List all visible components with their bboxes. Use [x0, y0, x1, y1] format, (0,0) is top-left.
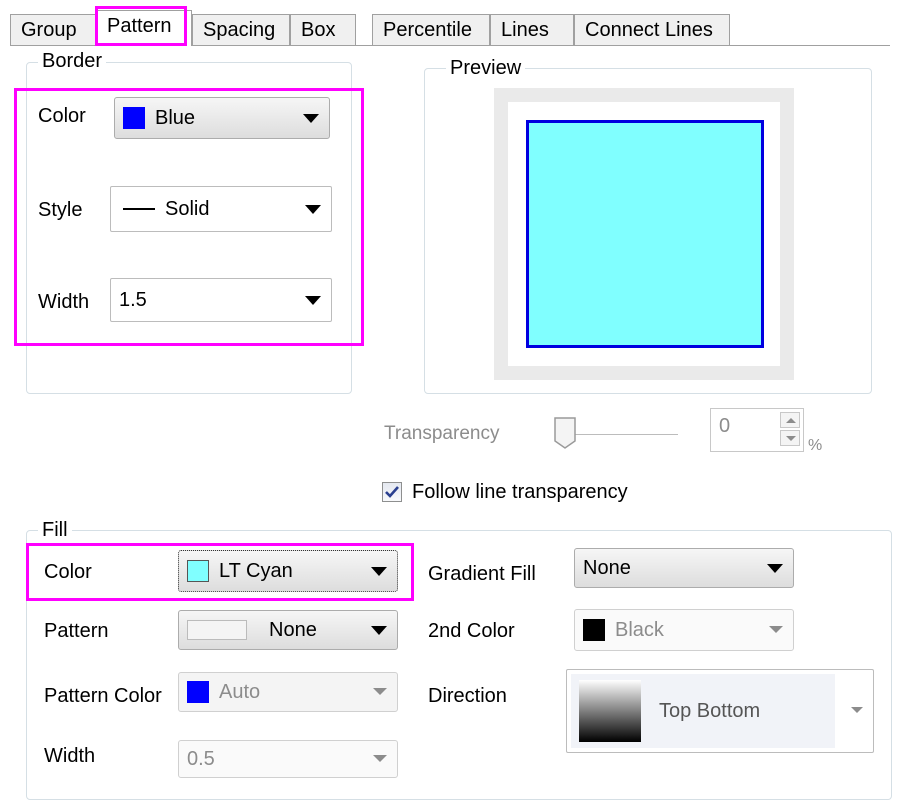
- pattern-color-dropdown[interactable]: Auto: [178, 672, 398, 712]
- direction-value: Top Bottom: [659, 700, 761, 722]
- gradient-fill-label: Gradient Fill: [428, 563, 536, 585]
- border-width-label: Width: [38, 291, 90, 313]
- chevron-down-icon: [851, 707, 863, 713]
- pattern-color-value: Auto: [219, 680, 261, 703]
- pattern-label: Pattern: [44, 620, 109, 642]
- border-color-value: Blue: [155, 106, 196, 129]
- color-swatch-icon: [583, 619, 605, 641]
- fill-color-value: LT Cyan: [219, 559, 293, 582]
- border-style-dropdown[interactable]: Solid: [110, 186, 332, 232]
- second-color-value: Black: [615, 618, 664, 641]
- transparency-value: 0: [719, 415, 731, 437]
- color-swatch-icon: [187, 560, 209, 582]
- border-color-label: Color: [38, 105, 86, 127]
- preview-box: [526, 120, 764, 348]
- follow-line-label: Follow line transparency: [412, 481, 628, 503]
- pattern-value: None: [269, 618, 317, 641]
- chevron-down-icon: [373, 755, 387, 762]
- pattern-dropdown[interactable]: None: [178, 610, 398, 650]
- arrow-down-icon: [786, 436, 796, 441]
- arrow-up-icon: [786, 418, 796, 423]
- color-swatch-icon: [123, 107, 145, 129]
- transparency-unit: %: [808, 437, 823, 454]
- tab-pattern[interactable]: Pattern: [96, 10, 192, 46]
- chevron-down-icon: [373, 688, 387, 695]
- chevron-down-icon: [769, 626, 783, 633]
- tab-group[interactable]: Group: [10, 14, 96, 46]
- gradient-fill-value: None: [583, 556, 631, 579]
- chevron-down-icon: [371, 626, 387, 635]
- border-color-dropdown[interactable]: Blue: [114, 97, 330, 139]
- tab-label: Box: [301, 19, 336, 41]
- follow-line-checkbox[interactable]: [382, 482, 402, 502]
- fill-group-title: Fill: [38, 519, 72, 541]
- border-width-value: 1.5: [119, 288, 147, 311]
- fill-width-label: Width: [44, 745, 96, 767]
- preview-group-title: Preview: [446, 57, 526, 79]
- tab-label: Connect Lines: [585, 19, 713, 41]
- tab-label: Pattern: [107, 15, 172, 37]
- tab-label: Spacing: [203, 19, 276, 41]
- color-swatch-icon: [187, 681, 209, 703]
- transparency-slider-thumb[interactable]: [554, 417, 576, 449]
- preview-frame: [494, 88, 794, 380]
- tab-label: Group: [21, 19, 77, 41]
- border-style-value: Solid: [165, 197, 210, 220]
- chevron-down-icon: [303, 114, 319, 123]
- spin-down-button[interactable]: [780, 430, 800, 446]
- direction-dropdown[interactable]: Top Bottom: [566, 669, 874, 753]
- border-width-dropdown[interactable]: 1.5: [110, 278, 332, 322]
- tab-label: Lines: [501, 19, 549, 41]
- spin-up-button[interactable]: [780, 412, 800, 428]
- checkmark-icon: [385, 486, 399, 498]
- fill-width-dropdown[interactable]: 0.5: [178, 740, 398, 778]
- tab-lines[interactable]: Lines: [490, 14, 574, 46]
- chevron-down-icon: [305, 205, 321, 214]
- direction-label: Direction: [428, 685, 507, 707]
- fill-color-dropdown[interactable]: LT Cyan: [178, 550, 398, 592]
- second-color-dropdown[interactable]: Black: [574, 609, 794, 651]
- chevron-down-icon: [371, 567, 387, 576]
- tab-spacing[interactable]: Spacing: [192, 14, 290, 46]
- transparency-slider-track[interactable]: [562, 434, 678, 436]
- fill-color-label: Color: [44, 561, 92, 583]
- border-group-title: Border: [38, 50, 107, 72]
- gradient-preview-icon: [579, 680, 641, 742]
- transparency-label: Transparency: [384, 423, 500, 444]
- gradient-fill-dropdown[interactable]: None: [574, 548, 794, 588]
- tab-label: Percentile: [383, 19, 472, 41]
- pattern-swatch-icon: [187, 620, 247, 640]
- preview-canvas: [508, 102, 780, 366]
- solid-line-icon: [123, 208, 155, 210]
- chevron-down-icon: [305, 296, 321, 305]
- border-style-label: Style: [38, 199, 83, 221]
- tab-percentile[interactable]: Percentile: [372, 14, 490, 46]
- second-color-label: 2nd Color: [428, 620, 515, 642]
- tab-strip: Group Pattern Spacing Box Percentile Lin…: [10, 10, 890, 46]
- tab-box[interactable]: Box: [290, 14, 356, 46]
- fill-width-value: 0.5: [187, 747, 215, 770]
- tab-connect-lines[interactable]: Connect Lines: [574, 14, 730, 46]
- chevron-down-icon: [767, 564, 783, 573]
- pattern-color-label: Pattern Color: [44, 685, 162, 707]
